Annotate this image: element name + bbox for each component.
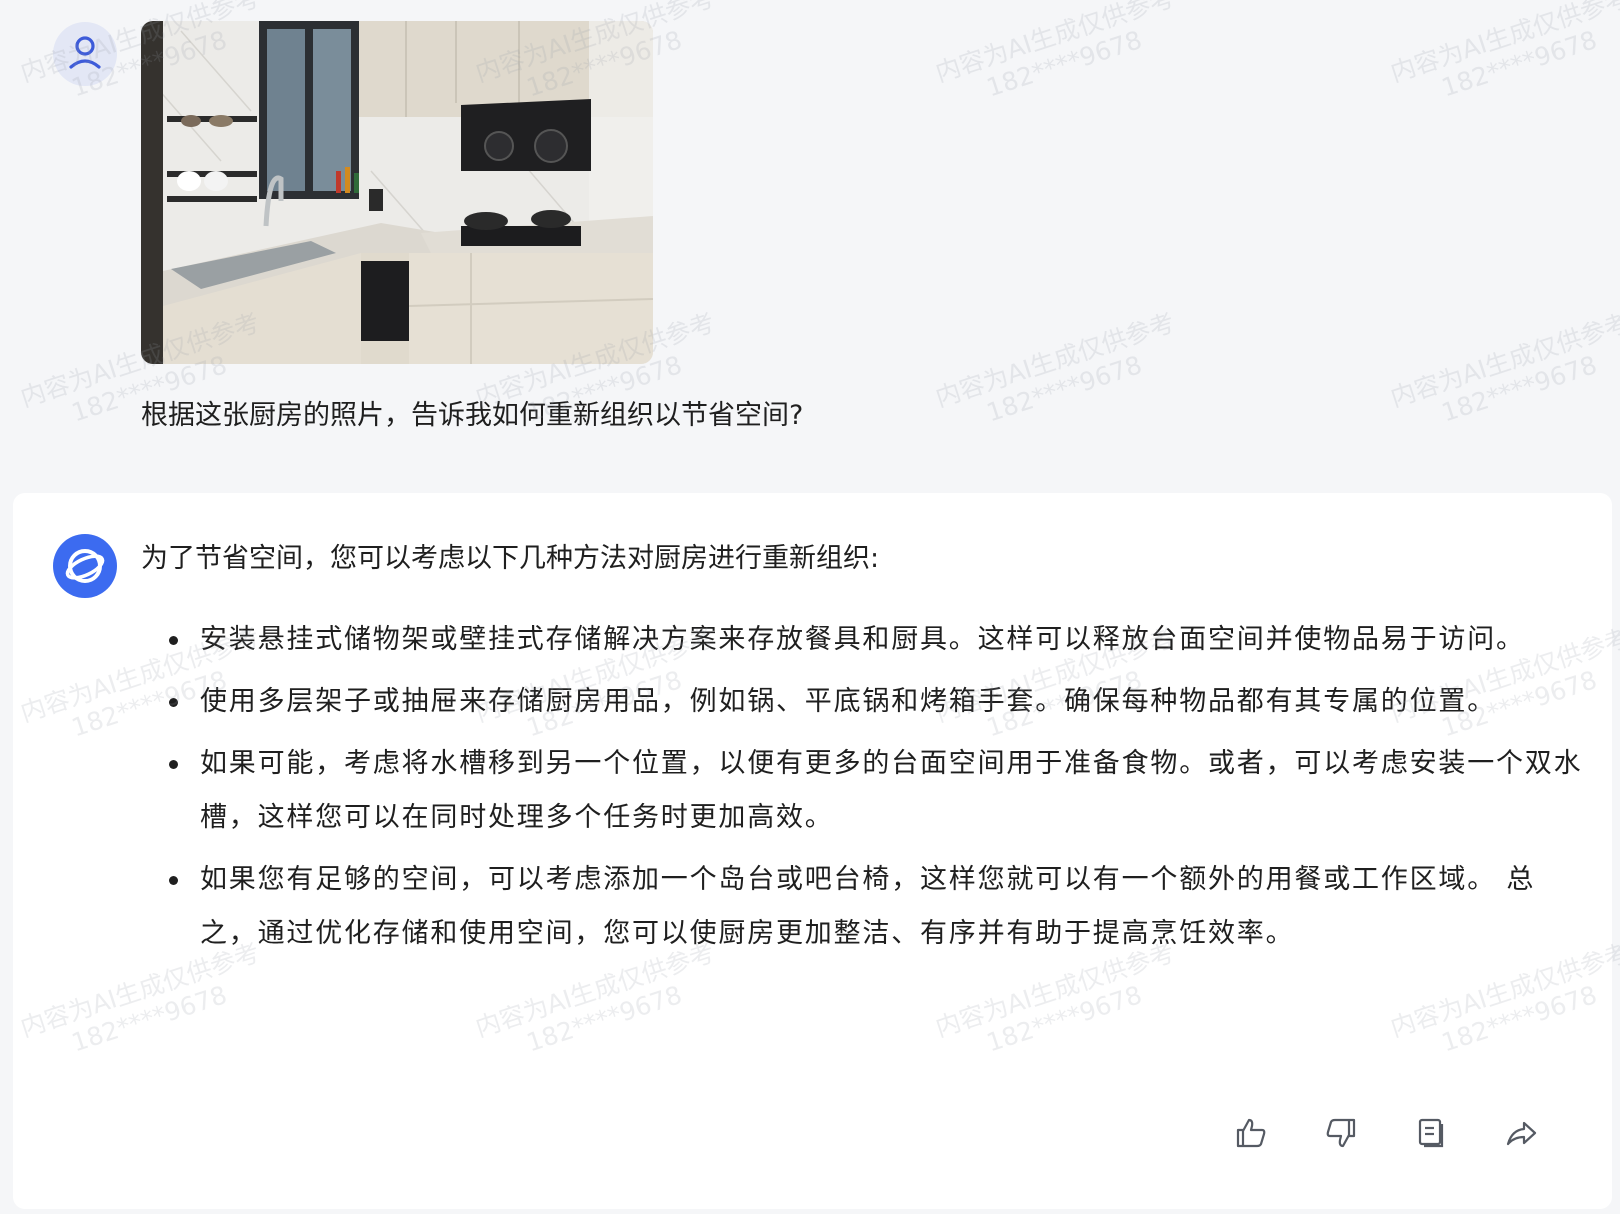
assistant-message-card: 为了节省空间，您可以考虑以下几种方法对厨房进行重新组织: 安装悬挂式储物架或壁挂… (13, 493, 1612, 1209)
assistant-logo-icon (65, 549, 105, 583)
answer-item-text: 安装悬挂式储物架或壁挂式存储解决方案来存放餐具和厨具。这样可以释放台面空间并使物… (200, 624, 1525, 655)
user-avatar (53, 22, 117, 86)
bullet-icon (169, 760, 178, 769)
user-icon (69, 36, 101, 69)
answer-list-item: 如果可能，考虑将水槽移到另一个位置，以便有更多的台面空间用于准备食物。或者，可以… (141, 737, 1591, 845)
user-question-text: 根据这张厨房的照片，告诉我如何重新组织以节省空间? (141, 400, 804, 431)
user-message: 根据这张厨房的照片，告诉我如何重新组织以节省空间? (0, 0, 1620, 470)
dislike-button[interactable] (1319, 1111, 1363, 1155)
bullet-icon (169, 876, 178, 885)
bullet-icon (169, 636, 178, 645)
thumbs-up-icon (1236, 1118, 1266, 1148)
answer-item-text: 如果可能，考虑将水槽移到另一个位置，以便有更多的台面空间用于准备食物。或者，可以… (200, 748, 1583, 833)
copy-icon (1418, 1118, 1444, 1148)
share-icon (1506, 1121, 1537, 1146)
like-button[interactable] (1229, 1111, 1273, 1155)
kitchen-photo[interactable] (141, 21, 653, 364)
answer-list-item: 安装悬挂式储物架或壁挂式存储解决方案来存放餐具和厨具。这样可以释放台面空间并使物… (141, 613, 1591, 667)
bullet-icon (169, 698, 178, 707)
answer-list-item: 使用多层架子或抽屉来存储厨房用品，例如锅、平底锅和烤箱手套。确保每种物品都有其专… (141, 675, 1591, 729)
answer-item-text: 使用多层架子或抽屉来存储厨房用品，例如锅、平底锅和烤箱手套。确保每种物品都有其专… (200, 686, 1496, 717)
assistant-avatar (53, 534, 117, 598)
share-button[interactable] (1499, 1111, 1543, 1155)
answer-intro: 为了节省空间，您可以考虑以下几种方法对厨房进行重新组织: (141, 543, 880, 574)
thumbs-down-icon (1326, 1118, 1356, 1148)
answer-list: 安装悬挂式储物架或壁挂式存储解决方案来存放餐具和厨具。这样可以释放台面空间并使物… (141, 613, 1591, 969)
answer-item-text: 如果您有足够的空间，可以考虑添加一个岛台或吧台椅，这样您就可以有一个额外的用餐或… (200, 864, 1536, 949)
copy-button[interactable] (1409, 1111, 1453, 1155)
message-actions (13, 1111, 1612, 1155)
answer-list-item: 如果您有足够的空间，可以考虑添加一个岛台或吧台椅，这样您就可以有一个额外的用餐或… (141, 853, 1591, 961)
